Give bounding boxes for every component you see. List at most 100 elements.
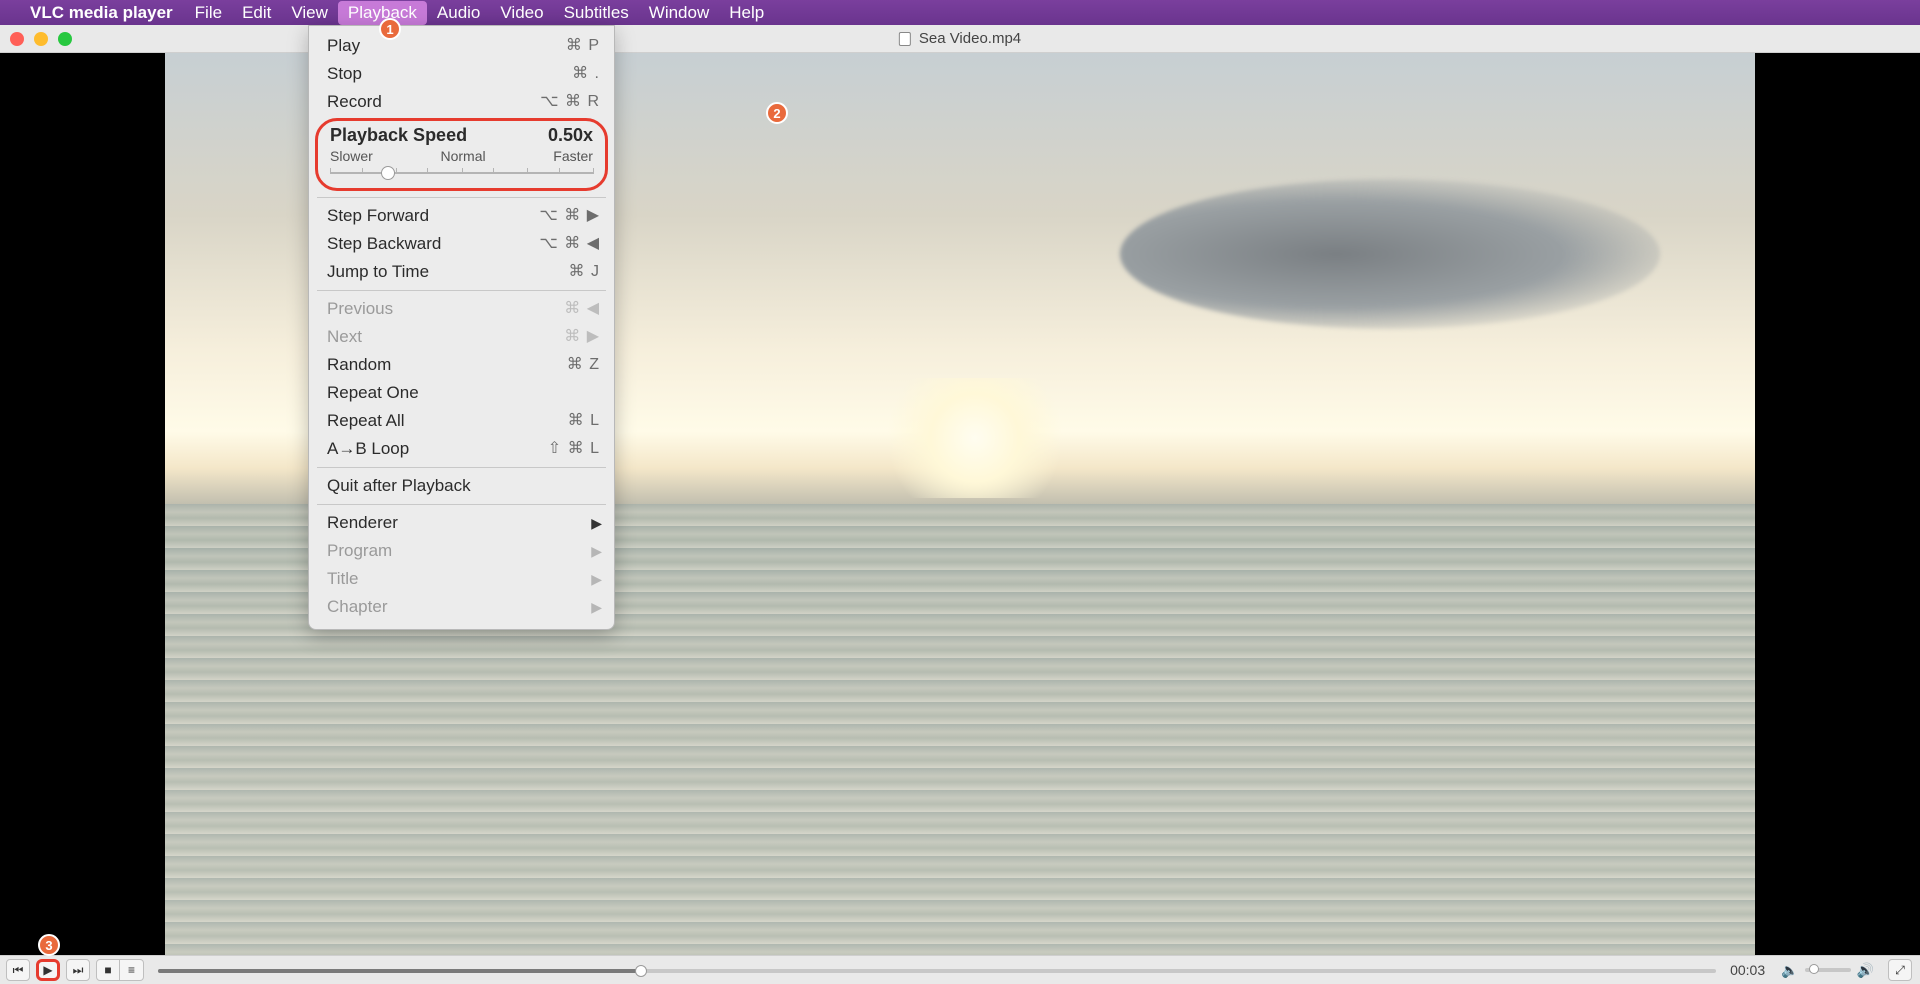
maximize-icon[interactable] <box>58 32 72 46</box>
chevron-right-icon: ▶ <box>591 512 602 534</box>
seek-bar[interactable] <box>158 965 1716 975</box>
slider-tick <box>527 168 528 174</box>
fullscreen-button[interactable]: ⤢ <box>1888 959 1912 981</box>
slider-thumb[interactable] <box>381 166 395 180</box>
document-title: Sea Video.mp4 <box>919 30 1021 47</box>
menu-step-forward-label: Step Forward <box>327 205 429 227</box>
menu-renderer[interactable]: Renderer ▶ <box>309 509 614 537</box>
menu-ab-loop-label: A→B Loop <box>327 438 409 460</box>
menu-audio[interactable]: Audio <box>427 1 490 25</box>
playback-speed-label: Playback Speed <box>330 125 467 146</box>
chevron-right-icon: ▶ <box>591 596 602 618</box>
slider-tick <box>427 168 428 174</box>
menu-title-label: Title <box>327 568 359 590</box>
volume-control: 🔈 🔊 <box>1781 962 1874 979</box>
slider-tick <box>330 168 331 174</box>
slider-tick <box>462 168 463 174</box>
playback-menu: Play ⌘ P Stop ⌘ . Record ⌥ ⌘ R 2 Playbac… <box>308 25 615 630</box>
menu-play[interactable]: Play ⌘ P <box>309 32 614 60</box>
window-titlebar: Sea Video.mp4 <box>0 25 1920 53</box>
menu-file[interactable]: File <box>185 1 232 25</box>
menu-divider <box>317 504 606 505</box>
menu-previous: Previous ⌘ ◀ <box>309 295 614 323</box>
menu-chapter-label: Chapter <box>327 596 387 618</box>
slider-tick <box>362 168 363 174</box>
menu-random-shortcut: ⌘ Z <box>567 354 600 376</box>
volume-slider[interactable] <box>1805 968 1851 972</box>
menu-stop[interactable]: Stop ⌘ . <box>309 60 614 88</box>
menu-divider <box>317 290 606 291</box>
playlist-button[interactable]: ≡ <box>120 959 144 981</box>
play-button[interactable]: ▶ <box>36 959 60 981</box>
menu-repeat-one[interactable]: Repeat One <box>309 379 614 407</box>
menu-random-label: Random <box>327 354 391 376</box>
menu-previous-shortcut: ⌘ ◀ <box>564 298 600 320</box>
video-content-sun <box>865 378 1085 498</box>
volume-high-icon[interactable]: 🔊 <box>1857 962 1874 979</box>
menu-jump-to-time[interactable]: Jump to Time ⌘ J <box>309 258 614 286</box>
menu-program-label: Program <box>327 540 392 562</box>
menu-play-label: Play <box>327 35 360 57</box>
menu-stop-shortcut: ⌘ . <box>572 63 600 85</box>
menu-divider <box>317 467 606 468</box>
callout-1: 1 <box>379 18 401 40</box>
menu-renderer-label: Renderer <box>327 512 398 534</box>
volume-thumb[interactable] <box>1809 964 1819 974</box>
chevron-right-icon: ▶ <box>591 540 602 562</box>
seek-progress <box>158 969 641 973</box>
menu-jump-label: Jump to Time <box>327 261 429 283</box>
menu-next: Next ⌘ ▶ <box>309 323 614 351</box>
menu-chapter: Chapter ▶ <box>309 593 614 621</box>
menu-random[interactable]: Random ⌘ Z <box>309 351 614 379</box>
menu-repeat-all[interactable]: Repeat All ⌘ L <box>309 407 614 435</box>
playback-speed-value: 0.50x <box>548 125 593 146</box>
menu-subtitles[interactable]: Subtitles <box>554 1 639 25</box>
menu-step-backward-shortcut: ⌥ ⌘ ◀ <box>539 233 600 255</box>
menu-play-shortcut: ⌘ P <box>566 35 600 57</box>
player-control-bar: ⏮ ▶ ⏭ ■ ≡ 00:03 🔈 🔊 ⤢ <box>0 955 1920 984</box>
menu-step-backward[interactable]: Step Backward ⌥ ⌘ ◀ <box>309 230 614 258</box>
next-button[interactable]: ⏭ <box>66 959 90 981</box>
close-icon[interactable] <box>10 32 24 46</box>
menu-title: Title ▶ <box>309 565 614 593</box>
menu-quit-after-playback[interactable]: Quit after Playback <box>309 472 614 500</box>
menu-repeat-all-shortcut: ⌘ L <box>568 410 600 432</box>
menu-video[interactable]: Video <box>490 1 553 25</box>
minimize-icon[interactable] <box>34 32 48 46</box>
menu-record[interactable]: Record ⌥ ⌘ R <box>309 88 614 116</box>
menu-repeat-all-label: Repeat All <box>327 410 405 432</box>
callout-3: 3 <box>38 934 60 956</box>
slider-tick <box>593 168 594 174</box>
elapsed-time: 00:03 <box>1730 962 1765 978</box>
chevron-right-icon: ▶ <box>591 568 602 590</box>
document-icon <box>899 32 911 46</box>
video-viewport[interactable] <box>0 53 1920 955</box>
menu-program: Program ▶ <box>309 537 614 565</box>
app-name[interactable]: VLC media player <box>30 3 173 23</box>
menu-record-shortcut: ⌥ ⌘ R <box>540 91 600 113</box>
menu-stop-label: Stop <box>327 63 362 85</box>
menu-next-label: Next <box>327 326 362 348</box>
menu-divider <box>317 197 606 198</box>
menu-step-forward[interactable]: Step Forward ⌥ ⌘ ▶ <box>309 202 614 230</box>
menu-ab-loop[interactable]: A→B Loop ⇧ ⌘ L <box>309 435 614 463</box>
menu-window[interactable]: Window <box>639 1 719 25</box>
stop-button[interactable]: ■ <box>96 959 120 981</box>
menu-jump-shortcut: ⌘ J <box>569 261 600 283</box>
menu-repeat-one-label: Repeat One <box>327 382 419 404</box>
menu-edit[interactable]: Edit <box>232 1 281 25</box>
playback-speed-block: Playback Speed 0.50x Slower Normal Faste… <box>315 118 608 191</box>
slider-tick <box>493 168 494 174</box>
previous-button[interactable]: ⏮ <box>6 959 30 981</box>
menu-help[interactable]: Help <box>719 1 774 25</box>
menu-previous-label: Previous <box>327 298 393 320</box>
volume-low-icon[interactable]: 🔈 <box>1781 962 1798 979</box>
menu-record-label: Record <box>327 91 382 113</box>
macos-menubar: VLC media player File Edit View Playback… <box>0 0 1920 25</box>
menu-quit-after-label: Quit after Playback <box>327 475 471 497</box>
video-content-cloud <box>1120 179 1660 329</box>
menu-view[interactable]: View <box>281 1 338 25</box>
seek-thumb[interactable] <box>635 965 647 977</box>
menu-step-backward-label: Step Backward <box>327 233 441 255</box>
playback-speed-slider[interactable] <box>330 162 593 178</box>
